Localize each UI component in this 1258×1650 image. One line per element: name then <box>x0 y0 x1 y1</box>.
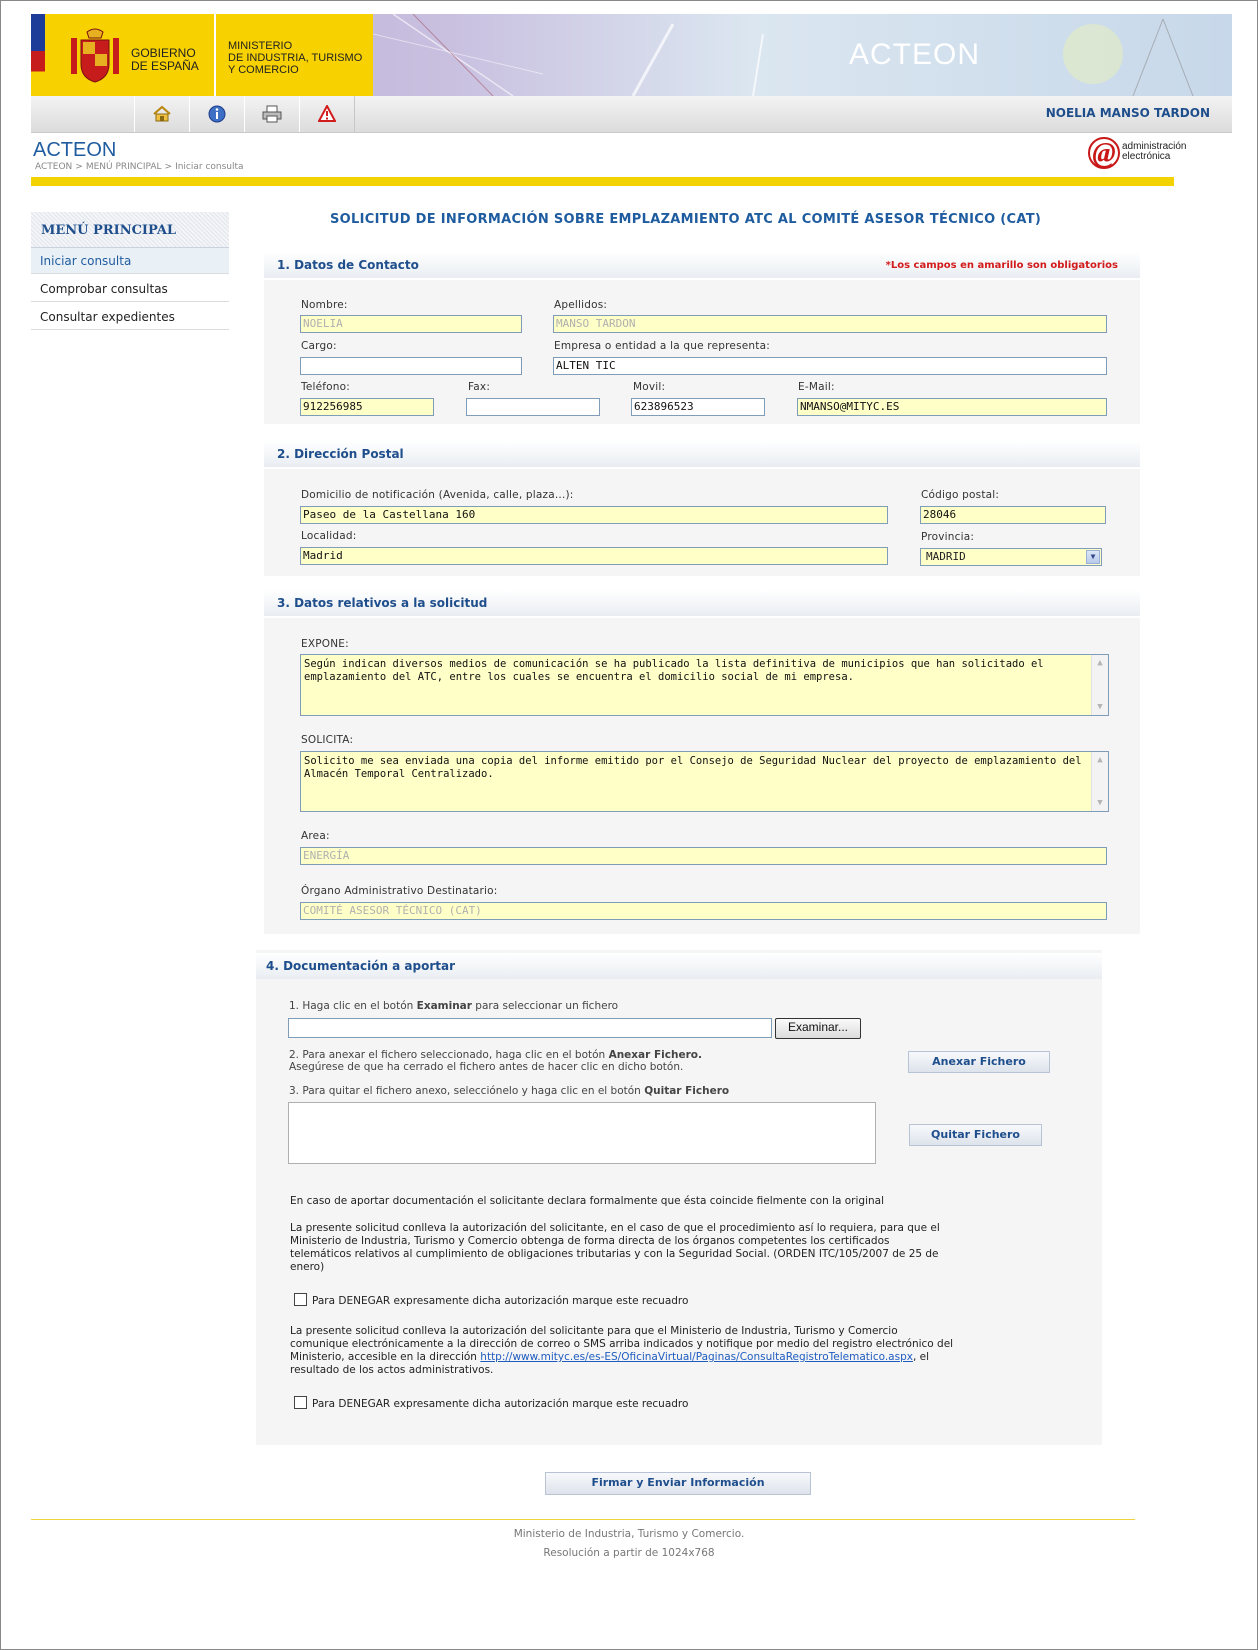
scroll-up-icon: ▲ <box>1097 658 1103 668</box>
government-logo-block: GOBIERNO DE ESPAÑA MINISTERIO DE INDUSTR… <box>31 14 373 96</box>
ministry-line1: MINISTERIO <box>228 40 293 52</box>
provincia-label: Provincia: <box>921 531 975 543</box>
localidad-field[interactable]: Madrid <box>300 547 888 565</box>
breadcrumb-item-current: Iniciar consulta <box>175 162 244 172</box>
deny-authorization-checkbox-2[interactable] <box>294 1396 307 1409</box>
ministry-line3: Y COMERCIO <box>228 64 299 76</box>
section-documents-header: 4. Documentación a aportar <box>256 953 1102 979</box>
scrollbar[interactable]: ▲ ▼ <box>1091 752 1108 811</box>
nombre-label: Nombre: <box>301 299 348 311</box>
scroll-down-icon: ▼ <box>1097 702 1103 712</box>
section-contact-header: 1. Datos de Contacto *Los campos en amar… <box>264 252 1140 278</box>
apellidos-field[interactable]: MANSO TARDON <box>553 315 1107 333</box>
codigo-postal-field[interactable]: 28046 <box>920 506 1106 524</box>
gov-line2: DE ESPAÑA <box>131 59 199 73</box>
legal-text-3: La presente solicitud conlleva la autori… <box>290 1325 954 1376</box>
remove-file-button[interactable]: Quitar Fichero <box>909 1124 1042 1146</box>
codigo-postal-label: Código postal: <box>921 489 1000 501</box>
breadcrumb-item-acteon[interactable]: ACTEON <box>35 162 72 172</box>
deny-authorization-checkbox-1[interactable] <box>294 1293 307 1306</box>
cargo-label: Cargo: <box>301 340 337 352</box>
footer-divider <box>31 1519 1135 1520</box>
home-icon <box>153 105 171 122</box>
ae-line2: electrónica <box>1122 151 1171 162</box>
sidebar-item-comprobar-consultas[interactable]: Comprobar consultas <box>31 276 229 302</box>
sign-and-send-button[interactable]: Firmar y Enviar Información <box>545 1472 811 1495</box>
print-button[interactable] <box>244 96 300 132</box>
required-fields-note: *Los campos en amarillo son obligatorios <box>885 260 1118 271</box>
provincia-select[interactable]: MADRID ▼ <box>920 548 1102 566</box>
legal-text-1: En caso de aportar documentación el soli… <box>290 1195 885 1207</box>
domicilio-label: Domicilio de notificación (Avenida, call… <box>301 489 574 501</box>
expone-textarea[interactable]: Según indican diversos medios de comunic… <box>300 654 1109 716</box>
coat-of-arms-icon <box>71 28 119 83</box>
expone-label: EXPONE: <box>301 638 349 650</box>
scroll-down-icon: ▼ <box>1097 798 1103 808</box>
browse-button[interactable]: Examinar... <box>775 1018 861 1039</box>
solicita-textarea[interactable]: Solicito me sea enviada una copia del in… <box>300 751 1109 812</box>
breadcrumb: ACTEON > MENÚ PRINCIPAL > Iniciar consulta <box>35 162 244 172</box>
sidebar-item-consultar-expedientes[interactable]: Consultar expedientes <box>31 304 229 330</box>
info-button[interactable] <box>189 96 245 132</box>
cargo-field[interactable] <box>300 357 522 375</box>
form-title: SOLICITUD DE INFORMACIÓN SOBRE EMPLAZAMI… <box>330 212 1042 227</box>
warning-icon <box>318 105 336 122</box>
movil-field[interactable]: 623896523 <box>631 398 765 416</box>
administracion-electronica-logo: @ administración electrónica <box>1088 137 1186 175</box>
scroll-up-icon: ▲ <box>1097 755 1103 765</box>
header-divider <box>31 177 1174 186</box>
nombre-field[interactable]: NOELIA <box>300 315 522 333</box>
home-button[interactable] <box>134 96 190 132</box>
area-label: Area: <box>301 830 330 842</box>
banner-decoration <box>373 14 1194 96</box>
ministry-line2: DE INDUSTRIA, TURISMO <box>228 52 363 64</box>
attach-file-button[interactable]: Anexar Fichero <box>908 1051 1050 1073</box>
organo-label: Órgano Administrativo Destinatario: <box>301 885 498 897</box>
sidebar-item-iniciar-consulta[interactable]: Iniciar consulta <box>31 248 229 274</box>
page-title: ACTEON <box>33 139 117 161</box>
user-name: NOELIA MANSO TARDON <box>1045 106 1210 120</box>
toolbar: NOELIA MANSO TARDON <box>31 96 1232 133</box>
solicita-label: SOLICITA: <box>301 734 354 746</box>
section-request-header: 3. Datos relativos a la solicitud <box>264 590 1140 616</box>
movil-label: Movil: <box>633 381 666 393</box>
at-sign-icon: @ <box>1088 137 1120 169</box>
email-label: E-Mail: <box>798 381 835 393</box>
warning-button[interactable] <box>299 96 355 132</box>
info-icon <box>208 105 226 123</box>
chevron-down-icon[interactable]: ▼ <box>1086 550 1100 564</box>
domicilio-field[interactable]: Paseo de la Castellana 160 <box>300 506 888 524</box>
localidad-label: Localidad: <box>301 530 357 542</box>
section-address-header: 2. Dirección Postal <box>264 441 1140 467</box>
print-icon <box>262 105 282 123</box>
empresa-field[interactable]: ALTEN TIC <box>553 357 1107 375</box>
deny-authorization-label-1: Para DENEGAR expresamente dicha autoriza… <box>312 1295 689 1307</box>
telefono-label: Teléfono: <box>301 381 351 393</box>
deny-authorization-label-2: Para DENEGAR expresamente dicha autoriza… <box>312 1398 689 1410</box>
empresa-label: Empresa o entidad a la que representa: <box>554 340 770 352</box>
header-banner: GOBIERNO DE ESPAÑA MINISTERIO DE INDUSTR… <box>31 14 1232 96</box>
apellidos-label: Apellidos: <box>554 299 608 311</box>
registro-telematico-link[interactable]: http://www.mityc.es/es-ES/OficinaVirtual… <box>480 1351 913 1363</box>
footer-resolution: Resolución a partir de 1024x768 <box>543 1547 715 1559</box>
brand-title: ACTEON <box>849 38 981 71</box>
scrollbar[interactable]: ▲ ▼ <box>1091 655 1108 715</box>
sidebar-heading: MENÚ PRINCIPAL <box>31 212 229 248</box>
legal-text-2: La presente solicitud conlleva la autori… <box>290 1222 940 1273</box>
step-2-text: 2. Para anexar el fichero seleccionado, … <box>289 1049 702 1073</box>
provincia-selected: MADRID <box>926 550 966 563</box>
flag-icon <box>31 14 45 96</box>
attached-files-list[interactable] <box>288 1102 876 1164</box>
step-3-text: 3. Para quitar el fichero anexo, selecci… <box>289 1085 730 1097</box>
email-field[interactable]: NMANSO@MITYC.ES <box>797 398 1107 416</box>
telefono-field[interactable]: 912256985 <box>300 398 434 416</box>
footer-ministry: Ministerio de Industria, Turismo y Comer… <box>513 1528 745 1540</box>
fax-label: Fax: <box>468 381 491 393</box>
area-field[interactable]: ENERGÍA <box>300 847 1107 865</box>
organo-field[interactable]: COMITÉ ASESOR TÉCNICO (CAT) <box>300 902 1107 920</box>
breadcrumb-item-menu[interactable]: MENÚ PRINCIPAL <box>86 162 162 172</box>
fax-field[interactable] <box>466 398 600 416</box>
step-1-text: 1. Haga clic en el botón Examinar para s… <box>289 1000 619 1012</box>
file-path-input[interactable] <box>288 1018 772 1038</box>
